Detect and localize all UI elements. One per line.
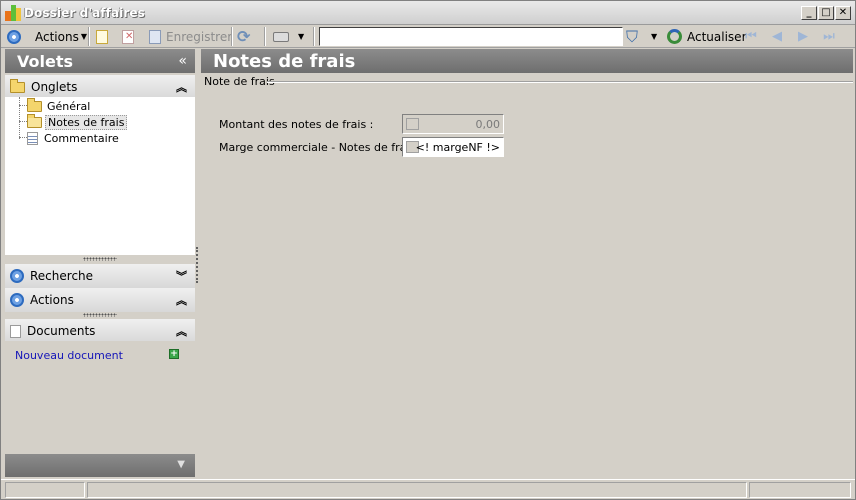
tree-item-general[interactable]: Général: [27, 97, 91, 114]
document-icon: [10, 324, 21, 338]
tree-item-label: Notes de frais: [45, 114, 128, 130]
resize-grip[interactable]: [83, 257, 117, 261]
first-record-icon[interactable]: ⏮: [743, 29, 759, 45]
save-label: Enregistrer: [166, 29, 233, 44]
sync-icon[interactable]: ⟳: [237, 27, 250, 46]
group-label: Note de frais: [204, 75, 275, 88]
actions-menu-button[interactable]: Actions ▼: [35, 27, 87, 46]
tree-item-label: Général: [47, 99, 91, 113]
tree-item-label: Commentaire: [44, 131, 119, 145]
new-icon[interactable]: [96, 27, 108, 46]
window-title: Dossier d'affaires: [24, 6, 145, 20]
title-bar: Dossier d'affaires _ □ ✕: [1, 1, 855, 25]
chevron-down-icon[interactable]: ▼: [177, 459, 185, 470]
commercial-margin-value: <! margeNF !>: [415, 141, 500, 154]
dropdown-arrow-icon: ▼: [80, 32, 87, 41]
search-input[interactable]: [319, 27, 623, 46]
expense-amount-label: Montant des notes de frais :: [219, 118, 374, 131]
delete-icon[interactable]: ✕: [122, 27, 134, 46]
commercial-margin-field[interactable]: <! margeNF !>: [402, 137, 504, 157]
search-section-label: Recherche: [30, 269, 94, 283]
status-cell: [749, 482, 851, 498]
page-title-bar: Notes de frais: [201, 49, 853, 73]
toolbar-separator: [313, 27, 315, 46]
tree-line: [19, 121, 27, 122]
refresh-label: Actualiser: [687, 29, 747, 44]
group-divider: [267, 81, 853, 83]
panel-title: Volets: [17, 52, 74, 71]
new-document-link[interactable]: Nouveau document: [15, 349, 123, 362]
panel-footer: ▼: [5, 454, 195, 477]
status-bar: [1, 479, 855, 499]
expense-amount-field[interactable]: 0,00: [402, 114, 504, 134]
tabs-section-header[interactable]: Onglets ︽: [5, 75, 195, 99]
filter-icon[interactable]: ⛉: [626, 27, 638, 46]
filter-dropdown-icon[interactable]: ▼: [651, 27, 657, 46]
main-window: Dossier d'affaires _ □ ✕ Actions ▼ ✕ Enr…: [0, 0, 856, 500]
collapse-up-icon[interactable]: ︽: [176, 323, 187, 339]
toolbar-separator: [88, 27, 90, 46]
folder-closed-icon: [27, 97, 42, 112]
documents-section-label: Documents: [27, 324, 96, 338]
print-icon[interactable]: [273, 27, 289, 46]
page-title: Notes de frais: [213, 51, 356, 72]
folder-open-icon: [27, 113, 42, 128]
next-record-icon[interactable]: ▶: [795, 29, 811, 45]
collapse-up-icon[interactable]: ︽: [176, 79, 187, 95]
folder-icon: [10, 78, 25, 93]
tree-line: [19, 105, 27, 106]
expand-down-icon[interactable]: ︾: [176, 268, 187, 284]
tree-item-commentaire[interactable]: Commentaire: [27, 130, 119, 146]
actions-section-label: Actions: [30, 293, 74, 307]
tree-line: [19, 97, 20, 139]
field-toggle-icon[interactable]: [406, 118, 419, 130]
tree-line: [19, 137, 27, 138]
save-icon: [149, 29, 161, 44]
expense-amount-value: 0,00: [475, 118, 501, 131]
collapse-panel-icon[interactable]: «: [178, 53, 187, 69]
left-panel: Volets « Onglets ︽ Général Notes de frai…: [5, 49, 195, 477]
actions-circle-icon[interactable]: [7, 27, 21, 46]
panel-splitter[interactable]: [196, 247, 199, 283]
tabs-section-label: Onglets: [31, 80, 78, 94]
document-icon: [27, 131, 38, 145]
resize-grip[interactable]: [83, 313, 117, 317]
save-button[interactable]: Enregistrer: [149, 27, 232, 46]
actions-section-header[interactable]: Actions ︽: [5, 288, 195, 312]
panel-header: Volets «: [5, 49, 195, 73]
commercial-margin-label: Marge commerciale - Notes de frais :: [219, 141, 423, 154]
tabs-tree: Général Notes de frais Commentaire: [5, 97, 195, 255]
search-section-header[interactable]: Recherche ︾: [5, 264, 195, 288]
status-cell: [87, 482, 747, 498]
refresh-button[interactable]: Actualiser: [667, 27, 747, 46]
app-logo-icon: [5, 5, 21, 21]
documents-section-header[interactable]: Documents ︽: [5, 319, 195, 343]
status-cell: [5, 482, 85, 498]
actions-circle-icon: [10, 293, 24, 307]
actions-menu-label: Actions: [35, 29, 79, 44]
add-icon[interactable]: +: [169, 349, 179, 359]
last-record-icon[interactable]: ⏭: [821, 29, 837, 45]
search-circle-icon: [10, 269, 24, 283]
maximize-button[interactable]: □: [818, 6, 834, 20]
collapse-up-icon[interactable]: ︽: [176, 292, 187, 308]
previous-record-icon[interactable]: ◀: [769, 29, 785, 45]
toolbar-separator: [231, 27, 233, 46]
documents-body: Nouveau document +: [5, 341, 195, 453]
tree-item-notes-de-frais[interactable]: Notes de frais: [27, 113, 128, 130]
close-button[interactable]: ✕: [835, 6, 851, 20]
refresh-icon: [667, 29, 682, 44]
print-dropdown-icon[interactable]: ▼: [298, 27, 304, 46]
toolbar-separator: [264, 27, 266, 46]
minimize-button[interactable]: _: [801, 6, 817, 20]
